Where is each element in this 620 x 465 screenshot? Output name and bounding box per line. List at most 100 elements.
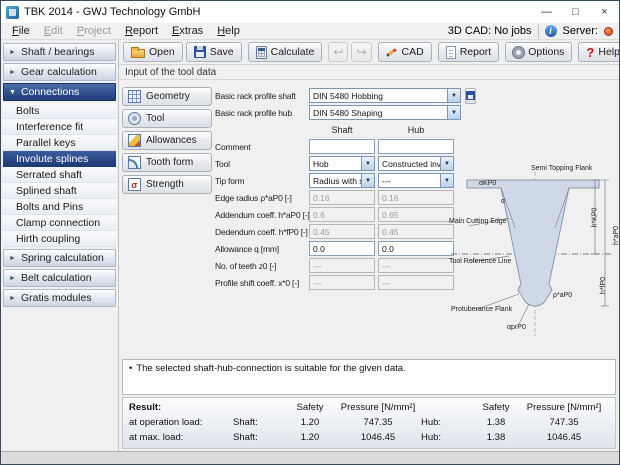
allowance-hub-input[interactable] — [378, 241, 454, 256]
diagram-label-hk: h*KP0 — [591, 208, 598, 228]
sidebar-section-gratis-modules[interactable]: ► Gratis modules — [3, 289, 116, 307]
section-label: Shaft / bearings — [21, 46, 95, 58]
strength-button[interactable]: σ Strength — [122, 175, 212, 194]
sidebar-section-connections[interactable]: ▼ Connections — [3, 83, 116, 101]
result-row-label: at operation load: — [129, 417, 233, 428]
status-bar — [1, 451, 619, 464]
menu-bar: File Edit Project Report Extras Help 3D … — [1, 23, 619, 40]
allowance-label: Allowance q [mm] — [215, 244, 309, 254]
chevron-down-icon: ▼ — [361, 157, 374, 170]
teeth-hub-field: --- — [378, 258, 454, 273]
calculate-label: Calculate — [271, 46, 315, 58]
calculator-icon — [256, 46, 267, 59]
sidebar-item-clamp-connection[interactable]: Clamp connection — [3, 215, 116, 231]
app-icon — [6, 6, 19, 19]
results-title: Result: — [129, 402, 233, 413]
sidebar-item-bolts[interactable]: Bolts — [3, 103, 116, 119]
operation-hub-safety: 1.38 — [471, 417, 521, 428]
redo-button[interactable]: ↪ — [351, 42, 371, 62]
chevron-right-icon: ► — [9, 295, 16, 302]
tool-button[interactable]: Tool — [122, 109, 212, 128]
sidebar-item-interference-fit[interactable]: Interference fit — [3, 119, 116, 135]
diagram-label-protuberance-flank: Protuberance Flank — [451, 306, 512, 313]
main-panel: Geometry Tool Allowances Tooth form — [119, 80, 619, 357]
floppy-icon — [466, 91, 475, 100]
tool-profile-diagram: Semi Topping Flank αKP0 α Main Cutting E… — [449, 166, 620, 352]
dedendum-coeff-label: Dedendum coeff. h*fP0 [-] — [215, 227, 309, 237]
basic-rack-shaft-label: Basic rack profile shaft — [215, 91, 309, 101]
menu-edit[interactable]: Edit — [37, 24, 70, 38]
open-button[interactable]: Open — [123, 42, 183, 62]
diagram-label-rho: ρ*aP0 — [553, 292, 572, 299]
comment-shaft-input[interactable] — [309, 139, 375, 154]
geometry-icon — [128, 90, 141, 103]
section-label: Belt calculation — [21, 272, 92, 284]
maximize-button[interactable]: □ — [561, 1, 590, 23]
help-button[interactable]: ? Help — [578, 42, 620, 62]
addendum-hub-field: 0.65 — [378, 207, 454, 222]
sidebar-section-shaft-bearings[interactable]: ► Shaft / bearings — [3, 43, 116, 61]
basic-rack-hub-label: Basic rack profile hub — [215, 108, 309, 118]
diagram-label-tool-reference-line: Tool Reference Line — [449, 258, 511, 265]
tooth-form-button[interactable]: Tooth form — [122, 153, 212, 172]
selected-value: Radius with straight... — [310, 174, 361, 187]
selected-value: Hob — [310, 157, 361, 170]
save-profile-button[interactable] — [465, 88, 476, 104]
menu-report[interactable]: Report — [118, 24, 165, 38]
tip-form-shaft-select[interactable]: Radius with straight... ▼ — [309, 173, 375, 188]
max-hub-safety: 1.38 — [471, 432, 521, 443]
close-button[interactable]: × — [590, 1, 619, 23]
tool-shaft-select[interactable]: Hob ▼ — [309, 156, 375, 171]
server-label: Server: — [563, 25, 598, 37]
pressure-header-shaft: Pressure [N/mm²] — [335, 402, 421, 413]
dedendum-shaft-field: 0.45 — [309, 224, 375, 239]
menu-extras[interactable]: Extras — [165, 24, 210, 38]
sidebar-item-splined-shaft[interactable]: Splined shaft — [3, 183, 116, 199]
minimize-button[interactable]: — — [532, 1, 561, 23]
calculate-button[interactable]: Calculate — [248, 42, 323, 62]
pencil-icon — [128, 134, 141, 147]
floppy-icon — [194, 46, 206, 58]
geometry-button[interactable]: Geometry — [122, 87, 212, 106]
sidebar-item-bolts-and-pins[interactable]: Bolts and Pins — [3, 199, 116, 215]
undo-button[interactable]: ↩ — [328, 42, 348, 62]
comment-hub-input[interactable] — [378, 139, 454, 154]
addendum-coeff-label: Addendum coeff. h*aP0 [-] — [215, 210, 309, 220]
sidebar-item-involute-splines[interactable]: Involute splines — [3, 151, 116, 167]
section-label: Spring calculation — [21, 252, 104, 264]
title-bar: TBK 2014 - GWJ Technology GmbH — □ × — [1, 1, 619, 23]
allowances-label: Allowances — [146, 135, 197, 146]
info-icon[interactable]: i — [545, 25, 557, 37]
sidebar-item-serrated-shaft[interactable]: Serrated shaft — [3, 167, 116, 183]
operation-shaft-safety: 1.20 — [285, 417, 335, 428]
basic-rack-hub-select[interactable]: DIN 5480 Shaping ▼ — [309, 105, 461, 120]
diagram-label-alpha-k: αKP0 — [479, 180, 496, 187]
profile-shift-shaft-field: --- — [309, 275, 375, 290]
menu-project[interactable]: Project — [70, 24, 118, 38]
save-button[interactable]: Save — [186, 42, 242, 62]
sidebar-section-spring-calculation[interactable]: ► Spring calculation — [3, 249, 116, 267]
menu-help[interactable]: Help — [210, 24, 247, 38]
section-label: Gear calculation — [21, 66, 97, 78]
sidebar-item-hirth-coupling[interactable]: Hirth coupling — [3, 231, 116, 247]
sidebar-section-belt-calculation[interactable]: ► Belt calculation — [3, 269, 116, 287]
window-title: TBK 2014 - GWJ Technology GmbH — [24, 6, 200, 18]
allowance-shaft-input[interactable] — [309, 241, 375, 256]
report-button[interactable]: Report — [438, 42, 500, 62]
chevron-down-icon: ▼ — [9, 89, 16, 96]
tool-hub-select[interactable]: Constructed involute ▼ — [378, 156, 454, 171]
allowances-button[interactable]: Allowances — [122, 131, 212, 150]
basic-rack-shaft-select[interactable]: DIN 5480 Hobbing ▼ — [309, 88, 461, 103]
sidebar-item-parallel-keys[interactable]: Parallel keys — [3, 135, 116, 151]
chevron-down-icon: ▼ — [447, 106, 460, 119]
diagram-label-ha: h*aP0 — [613, 226, 620, 245]
cad-button[interactable]: CAD — [378, 42, 432, 62]
menu-file[interactable]: File — [5, 24, 37, 38]
max-shaft-safety: 1.20 — [285, 432, 335, 443]
tip-form-hub-select[interactable]: --- ▼ — [378, 173, 454, 188]
toolbar: Open Save Calculate ↩ ↪ — [119, 40, 619, 65]
sidebar-section-gear-calculation[interactable]: ► Gear calculation — [3, 63, 116, 81]
options-button[interactable]: Options — [505, 42, 572, 62]
chevron-right-icon: ► — [9, 255, 16, 262]
operation-shaft-pressure: 747.35 — [335, 417, 421, 428]
